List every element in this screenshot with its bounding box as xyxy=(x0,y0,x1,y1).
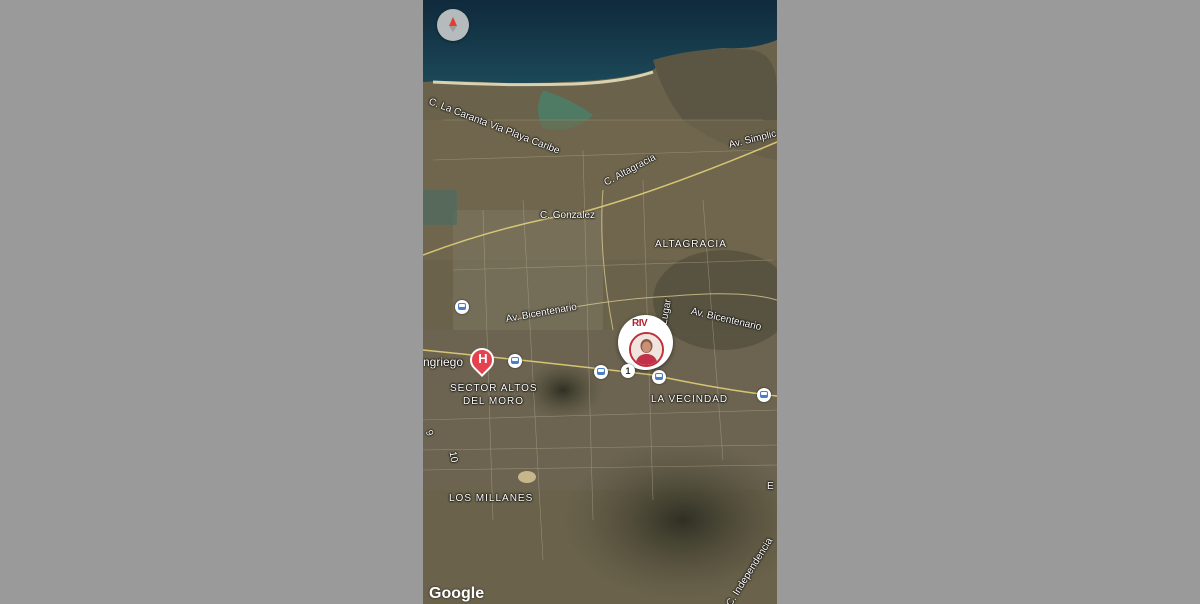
person-photo-icon xyxy=(631,334,662,365)
compass-icon xyxy=(449,17,457,26)
area-label: SECTOR ALTOS xyxy=(450,383,538,394)
area-label: LOS MILLANES xyxy=(449,493,534,504)
bus-stop-icon[interactable] xyxy=(652,370,666,384)
area-label: ALTAGRACIA xyxy=(655,239,727,250)
compass-button[interactable] xyxy=(437,9,469,41)
satellite-imagery xyxy=(423,0,777,604)
area-label: DEL MORO xyxy=(463,396,524,407)
area-label: E xyxy=(767,481,775,492)
bus-stop-icon[interactable] xyxy=(594,365,608,379)
profile-marker[interactable]: RIV xyxy=(618,315,673,370)
road-label: C. Gonzalez xyxy=(540,210,596,221)
google-attribution: Google xyxy=(429,585,485,602)
cluster-count-badge[interactable]: 1 xyxy=(621,364,635,378)
road-label: 10 xyxy=(446,450,460,464)
place-label: ngriego xyxy=(423,355,464,369)
avatar xyxy=(629,332,664,367)
area-label: LA VECINDAD xyxy=(651,394,729,405)
bus-stop-icon[interactable] xyxy=(455,300,469,314)
bus-stop-icon[interactable] xyxy=(508,354,522,368)
brand-logo: RIV xyxy=(632,318,648,329)
bus-stop-icon[interactable] xyxy=(757,388,771,402)
hospital-letter: H xyxy=(478,351,488,366)
map-view[interactable]: C. La Caranta Via Playa Caribe Av. Simpl… xyxy=(423,0,777,604)
